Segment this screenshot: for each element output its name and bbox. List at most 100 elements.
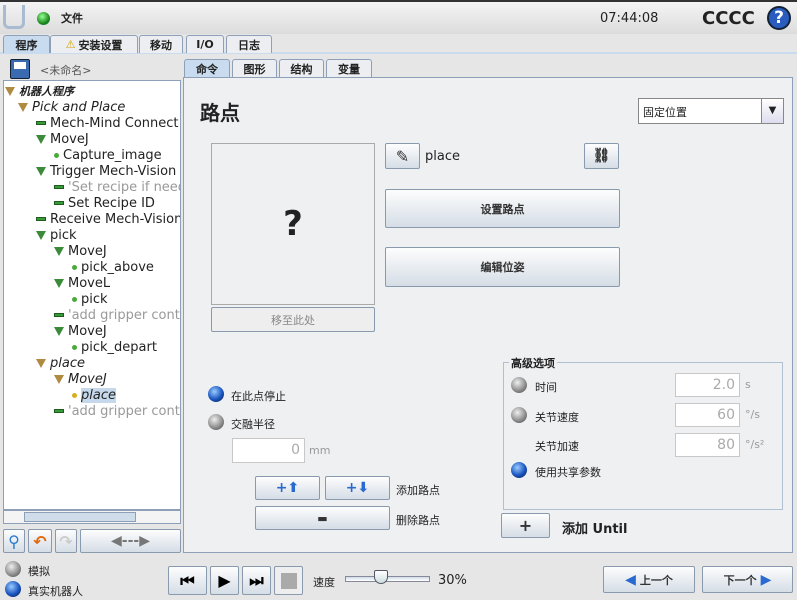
tree-scrollbar[interactable]: [3, 510, 181, 524]
joint-accel-input[interactable]: 80: [675, 433, 740, 457]
tree-item[interactable]: Capture_image: [54, 147, 162, 163]
waypoint-name: place: [425, 149, 460, 164]
expand-triangle-icon[interactable]: [5, 86, 15, 96]
tree-item[interactable]: pick: [72, 291, 108, 307]
tab-2[interactable]: 移动: [139, 35, 183, 53]
command-icon: [36, 217, 46, 221]
search-button[interactable]: ⚲: [3, 529, 25, 553]
rewind-button[interactable]: ⏮: [168, 566, 207, 595]
subtab-1[interactable]: 图形: [232, 59, 277, 77]
file-menu[interactable]: 文件: [61, 10, 83, 26]
tree-item[interactable]: MoveJ: [54, 371, 107, 387]
tree-item[interactable]: 'Set recipe if need: [54, 179, 180, 195]
subtab-3[interactable]: 变量: [326, 59, 372, 77]
move-here-button[interactable]: 移至此处: [211, 307, 375, 332]
tree-item[interactable]: pick_depart: [72, 339, 157, 355]
next-label: 下一个: [723, 573, 757, 587]
joint-speed-input[interactable]: 60: [675, 403, 740, 427]
joint-speed-label: 关节速度: [535, 411, 579, 424]
undo-button[interactable]: ↶: [28, 529, 52, 553]
tab-3[interactable]: I/O: [186, 35, 224, 53]
redo-button[interactable]: ↷: [55, 529, 77, 553]
next-button[interactable]: 下一个 ▶: [702, 566, 793, 593]
rename-button[interactable]: ✎: [385, 143, 420, 169]
add-after-button[interactable]: +⬇: [325, 476, 390, 500]
waypoint-icon: [54, 152, 59, 158]
help-button[interactable]: ?: [767, 6, 791, 30]
step-button[interactable]: ⏭: [242, 566, 271, 595]
tree-item[interactable]: 机器人程序: [5, 83, 74, 99]
tree-item[interactable]: place: [36, 355, 85, 371]
set-waypoint-button[interactable]: 设置路点: [385, 189, 620, 228]
tree-item[interactable]: Set Recipe ID: [54, 195, 155, 211]
tree-item[interactable]: Trigger Mech-Vision: [36, 163, 176, 179]
tree-item[interactable]: Pick and Place: [18, 99, 125, 115]
tree-item[interactable]: pick: [36, 227, 77, 243]
tree-item[interactable]: MoveJ: [54, 243, 107, 259]
add-until-button[interactable]: +: [501, 513, 550, 538]
tab-label: 结构: [290, 62, 313, 76]
remove-waypoint-button[interactable]: ▬: [255, 506, 390, 530]
subtab-2[interactable]: 结构: [279, 59, 324, 77]
tree-item[interactable]: MoveJ: [54, 323, 107, 339]
tree-item[interactable]: 'add gripper contr: [54, 307, 180, 323]
tree-item[interactable]: MoveL: [54, 275, 110, 291]
resize-button[interactable]: ◀---▶: [80, 529, 181, 553]
tree-item[interactable]: MoveJ: [36, 131, 89, 147]
expand-triangle-icon[interactable]: [36, 230, 46, 240]
time-radio[interactable]: [511, 377, 527, 393]
expand-triangle-icon[interactable]: [54, 374, 64, 384]
expand-triangle-icon[interactable]: [36, 134, 46, 144]
stop-button[interactable]: [274, 566, 303, 595]
remove-waypoint-label: 删除路点: [396, 514, 440, 527]
stop-at-point-label: 在此点停止: [231, 390, 286, 403]
shared-params-radio[interactable]: [511, 462, 527, 478]
real-robot-label: 真实机器人: [28, 585, 83, 598]
expand-triangle-icon[interactable]: [18, 102, 28, 112]
real-robot-radio[interactable]: [5, 581, 21, 597]
tree-item[interactable]: 'add gripper contr: [54, 403, 181, 419]
tree-item[interactable]: place: [72, 387, 116, 403]
command-icon: [54, 185, 64, 189]
tab-label: 日志: [238, 38, 260, 52]
tree-item[interactable]: Receive Mech-Vision: [36, 211, 181, 227]
tab-1[interactable]: ⚠ 安装设置: [50, 35, 138, 53]
tree-item-label: place: [81, 387, 116, 403]
stop-at-point-radio[interactable]: [208, 386, 224, 402]
tree-item-label: Receive Mech-Vision: [50, 211, 181, 227]
time-input[interactable]: 2.0: [675, 373, 740, 397]
link-button[interactable]: ⛓: [584, 143, 619, 169]
subtab-0[interactable]: 命令: [184, 59, 230, 77]
tab-label: 命令: [196, 62, 218, 76]
speed-slider[interactable]: [345, 576, 430, 582]
save-icon[interactable]: [10, 59, 30, 79]
tree-item-label: 'add gripper contr: [68, 403, 181, 419]
expand-triangle-icon[interactable]: [36, 358, 46, 368]
speed-slider-thumb[interactable]: [373, 570, 388, 584]
tree-item[interactable]: pick_above: [72, 259, 154, 275]
tab-4[interactable]: 日志: [226, 35, 272, 53]
simulation-label: 模拟: [28, 565, 50, 578]
link-icon: ⛓: [592, 148, 611, 164]
joint-speed-radio[interactable]: [511, 407, 527, 423]
blend-radius-input[interactable]: 0: [232, 438, 305, 463]
expand-triangle-icon[interactable]: [54, 326, 64, 336]
tab-0[interactable]: 程序: [3, 35, 50, 53]
expand-triangle-icon[interactable]: [36, 166, 46, 176]
add-before-button[interactable]: +⬆: [255, 476, 320, 500]
simulation-radio[interactable]: [5, 561, 21, 577]
tab-label: I/O: [196, 38, 214, 51]
tree-item-label: Pick and Place: [32, 99, 126, 115]
tree-item[interactable]: Mech-Mind Connect: [36, 115, 179, 131]
previous-button[interactable]: ◀ 上一个: [603, 566, 695, 593]
expand-triangle-icon[interactable]: [54, 246, 64, 256]
position-type-dropdown[interactable]: 固定位置 ▼: [638, 98, 784, 124]
blend-radius-radio[interactable]: [208, 414, 224, 430]
chevron-down-icon: ▼: [761, 99, 783, 123]
edit-pose-button[interactable]: 编辑位姿: [385, 247, 620, 287]
program-tree[interactable]: 机器人程序 Pick and Place Mech-Mind Connect Move…: [3, 80, 181, 510]
tree-item-label: MoveJ: [68, 371, 107, 387]
play-button[interactable]: ▶: [210, 566, 239, 595]
expand-triangle-icon[interactable]: [54, 278, 64, 288]
tree-item-label: Trigger Mech-Vision: [50, 163, 177, 179]
